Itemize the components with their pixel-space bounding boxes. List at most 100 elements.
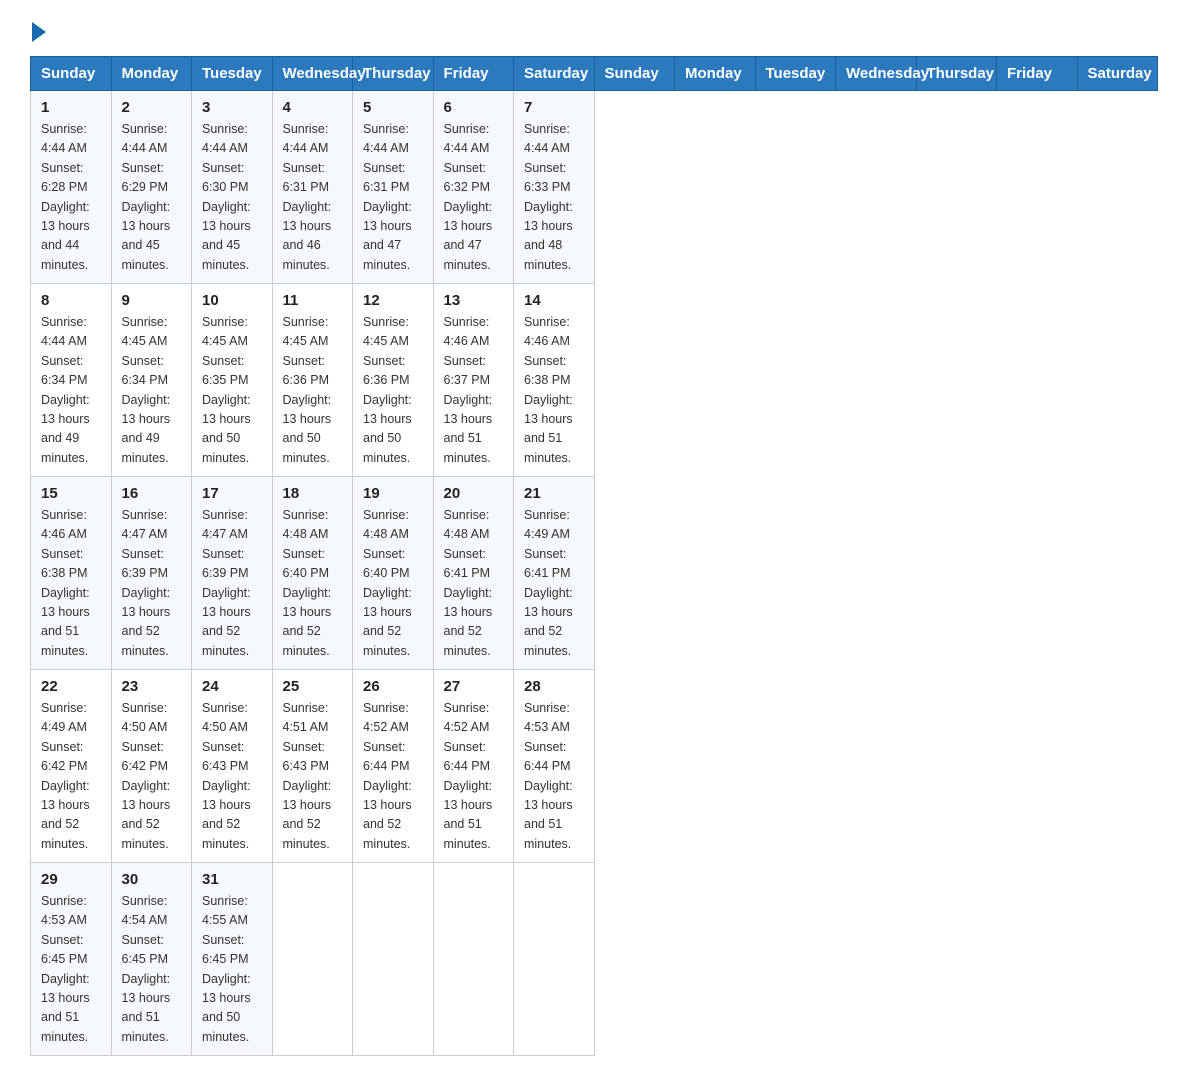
day-info: Sunrise: 4:48 AMSunset: 6:41 PMDaylight:… <box>444 506 504 661</box>
calendar-week-row: 8 Sunrise: 4:44 AMSunset: 6:34 PMDaylight… <box>31 284 1158 477</box>
calendar-cell: 5 Sunrise: 4:44 AMSunset: 6:31 PMDaylight… <box>353 91 434 284</box>
day-info: Sunrise: 4:46 AMSunset: 6:38 PMDaylight:… <box>41 506 101 661</box>
calendar-cell: 21 Sunrise: 4:49 AMSunset: 6:41 PMDayligh… <box>514 477 595 670</box>
day-number: 20 <box>444 485 504 502</box>
day-info: Sunrise: 4:50 AMSunset: 6:43 PMDaylight:… <box>202 699 262 854</box>
calendar-cell: 30 Sunrise: 4:54 AMSunset: 6:45 PMDayligh… <box>111 863 192 1056</box>
calendar-cell: 9Sunrise: 4:45 AMSunset: 6:34 PMDaylight… <box>111 284 192 477</box>
day-info: Sunrise: 4:45 AMSunset: 6:36 PMDaylight:… <box>283 313 343 468</box>
calendar-week-row: 22 Sunrise: 4:49 AMSunset: 6:42 PMDayligh… <box>31 670 1158 863</box>
day-number: 11 <box>283 292 343 309</box>
day-info: Sunrise: 4:44 AMSunset: 6:31 PMDaylight:… <box>283 120 343 275</box>
calendar-day-header: Thursday <box>916 57 997 91</box>
calendar-cell: 4 Sunrise: 4:44 AMSunset: 6:31 PMDaylight… <box>272 91 353 284</box>
day-number: 6 <box>444 99 504 116</box>
day-info: Sunrise: 4:45 AMSunset: 6:35 PMDaylight:… <box>202 313 262 468</box>
calendar-cell: 6Sunrise: 4:44 AMSunset: 6:32 PMDaylight… <box>433 91 514 284</box>
day-number: 1 <box>41 99 101 116</box>
calendar-cell: 12 Sunrise: 4:45 AMSunset: 6:36 PMDayligh… <box>353 284 434 477</box>
day-info: Sunrise: 4:44 AMSunset: 6:31 PMDaylight:… <box>363 120 423 275</box>
calendar-week-row: 1Sunrise: 4:44 AMSunset: 6:28 PMDaylight… <box>31 91 1158 284</box>
day-info: Sunrise: 4:53 AMSunset: 6:44 PMDaylight:… <box>524 699 584 854</box>
calendar-cell <box>433 863 514 1056</box>
day-info: Sunrise: 4:45 AMSunset: 6:36 PMDaylight:… <box>363 313 423 468</box>
calendar-cell: 16 Sunrise: 4:47 AMSunset: 6:39 PMDayligh… <box>111 477 192 670</box>
calendar-cell: 28 Sunrise: 4:53 AMSunset: 6:44 PMDayligh… <box>514 670 595 863</box>
calendar-cell: 1Sunrise: 4:44 AMSunset: 6:28 PMDaylight… <box>31 91 112 284</box>
day-number: 25 <box>283 678 343 695</box>
calendar-table: SundayMondayTuesdayWednesdayThursdayFrid… <box>30 56 1158 1056</box>
day-number: 27 <box>444 678 504 695</box>
calendar-cell: 2Sunrise: 4:44 AMSunset: 6:29 PMDaylight… <box>111 91 192 284</box>
day-number: 4 <box>283 99 343 116</box>
day-number: 5 <box>363 99 423 116</box>
day-number: 2 <box>122 99 182 116</box>
calendar-day-header: Wednesday <box>272 57 353 91</box>
calendar-cell: 19 Sunrise: 4:48 AMSunset: 6:40 PMDayligh… <box>353 477 434 670</box>
day-number: 22 <box>41 678 101 695</box>
day-number: 10 <box>202 292 262 309</box>
calendar-cell: 14Sunrise: 4:46 AMSunset: 6:38 PMDayligh… <box>514 284 595 477</box>
calendar-day-header: Monday <box>675 57 756 91</box>
calendar-cell: 27 Sunrise: 4:52 AMSunset: 6:44 PMDayligh… <box>433 670 514 863</box>
calendar-cell: 13 Sunrise: 4:46 AMSunset: 6:37 PMDayligh… <box>433 284 514 477</box>
calendar-cell <box>353 863 434 1056</box>
calendar-day-header: Friday <box>997 57 1078 91</box>
day-info: Sunrise: 4:48 AMSunset: 6:40 PMDaylight:… <box>363 506 423 661</box>
calendar-cell: 22 Sunrise: 4:49 AMSunset: 6:42 PMDayligh… <box>31 670 112 863</box>
calendar-day-header: Wednesday <box>836 57 917 91</box>
day-info: Sunrise: 4:45 AMSunset: 6:34 PMDaylight:… <box>122 313 182 468</box>
calendar-day-header: Tuesday <box>755 57 836 91</box>
day-number: 12 <box>363 292 423 309</box>
day-number: 7 <box>524 99 584 116</box>
day-number: 15 <box>41 485 101 502</box>
day-info: Sunrise: 4:53 AMSunset: 6:45 PMDaylight:… <box>41 892 101 1047</box>
calendar-day-header: Sunday <box>31 57 112 91</box>
day-number: 28 <box>524 678 584 695</box>
day-info: Sunrise: 4:55 AMSunset: 6:45 PMDaylight:… <box>202 892 262 1047</box>
calendar-day-header: Monday <box>111 57 192 91</box>
calendar-cell: 26Sunrise: 4:52 AMSunset: 6:44 PMDayligh… <box>353 670 434 863</box>
calendar-day-header: Thursday <box>353 57 434 91</box>
day-info: Sunrise: 4:48 AMSunset: 6:40 PMDaylight:… <box>283 506 343 661</box>
page-header <box>30 20 1158 38</box>
day-info: Sunrise: 4:47 AMSunset: 6:39 PMDaylight:… <box>122 506 182 661</box>
calendar-cell: 7Sunrise: 4:44 AMSunset: 6:33 PMDaylight… <box>514 91 595 284</box>
day-info: Sunrise: 4:46 AMSunset: 6:37 PMDaylight:… <box>444 313 504 468</box>
day-info: Sunrise: 4:54 AMSunset: 6:45 PMDaylight:… <box>122 892 182 1047</box>
day-number: 19 <box>363 485 423 502</box>
day-number: 13 <box>444 292 504 309</box>
day-info: Sunrise: 4:49 AMSunset: 6:41 PMDaylight:… <box>524 506 584 661</box>
calendar-cell: 24Sunrise: 4:50 AMSunset: 6:43 PMDayligh… <box>192 670 273 863</box>
day-number: 31 <box>202 871 262 888</box>
calendar-day-header: Saturday <box>1077 57 1158 91</box>
day-info: Sunrise: 4:52 AMSunset: 6:44 PMDaylight:… <box>444 699 504 854</box>
calendar-header-row: SundayMondayTuesdayWednesdayThursdayFrid… <box>31 57 1158 91</box>
calendar-cell: 3Sunrise: 4:44 AMSunset: 6:30 PMDaylight… <box>192 91 273 284</box>
logo <box>30 20 46 38</box>
calendar-cell: 10 Sunrise: 4:45 AMSunset: 6:35 PMDayligh… <box>192 284 273 477</box>
day-info: Sunrise: 4:52 AMSunset: 6:44 PMDaylight:… <box>363 699 423 854</box>
calendar-day-header: Friday <box>433 57 514 91</box>
day-info: Sunrise: 4:49 AMSunset: 6:42 PMDaylight:… <box>41 699 101 854</box>
calendar-day-header: Tuesday <box>192 57 273 91</box>
calendar-cell: 15 Sunrise: 4:46 AMSunset: 6:38 PMDayligh… <box>31 477 112 670</box>
day-info: Sunrise: 4:50 AMSunset: 6:42 PMDaylight:… <box>122 699 182 854</box>
day-number: 18 <box>283 485 343 502</box>
calendar-day-header: Sunday <box>594 57 675 91</box>
calendar-cell: 11 Sunrise: 4:45 AMSunset: 6:36 PMDayligh… <box>272 284 353 477</box>
day-number: 8 <box>41 292 101 309</box>
day-info: Sunrise: 4:44 AMSunset: 6:34 PMDaylight:… <box>41 313 101 468</box>
day-info: Sunrise: 4:47 AMSunset: 6:39 PMDaylight:… <box>202 506 262 661</box>
calendar-cell: 31 Sunrise: 4:55 AMSunset: 6:45 PMDayligh… <box>192 863 273 1056</box>
calendar-cell: 25 Sunrise: 4:51 AMSunset: 6:43 PMDayligh… <box>272 670 353 863</box>
day-number: 23 <box>122 678 182 695</box>
day-number: 30 <box>122 871 182 888</box>
calendar-cell: 20 Sunrise: 4:48 AMSunset: 6:41 PMDayligh… <box>433 477 514 670</box>
day-number: 16 <box>122 485 182 502</box>
day-number: 21 <box>524 485 584 502</box>
day-number: 3 <box>202 99 262 116</box>
calendar-day-header: Saturday <box>514 57 595 91</box>
calendar-cell <box>514 863 595 1056</box>
day-info: Sunrise: 4:51 AMSunset: 6:43 PMDaylight:… <box>283 699 343 854</box>
